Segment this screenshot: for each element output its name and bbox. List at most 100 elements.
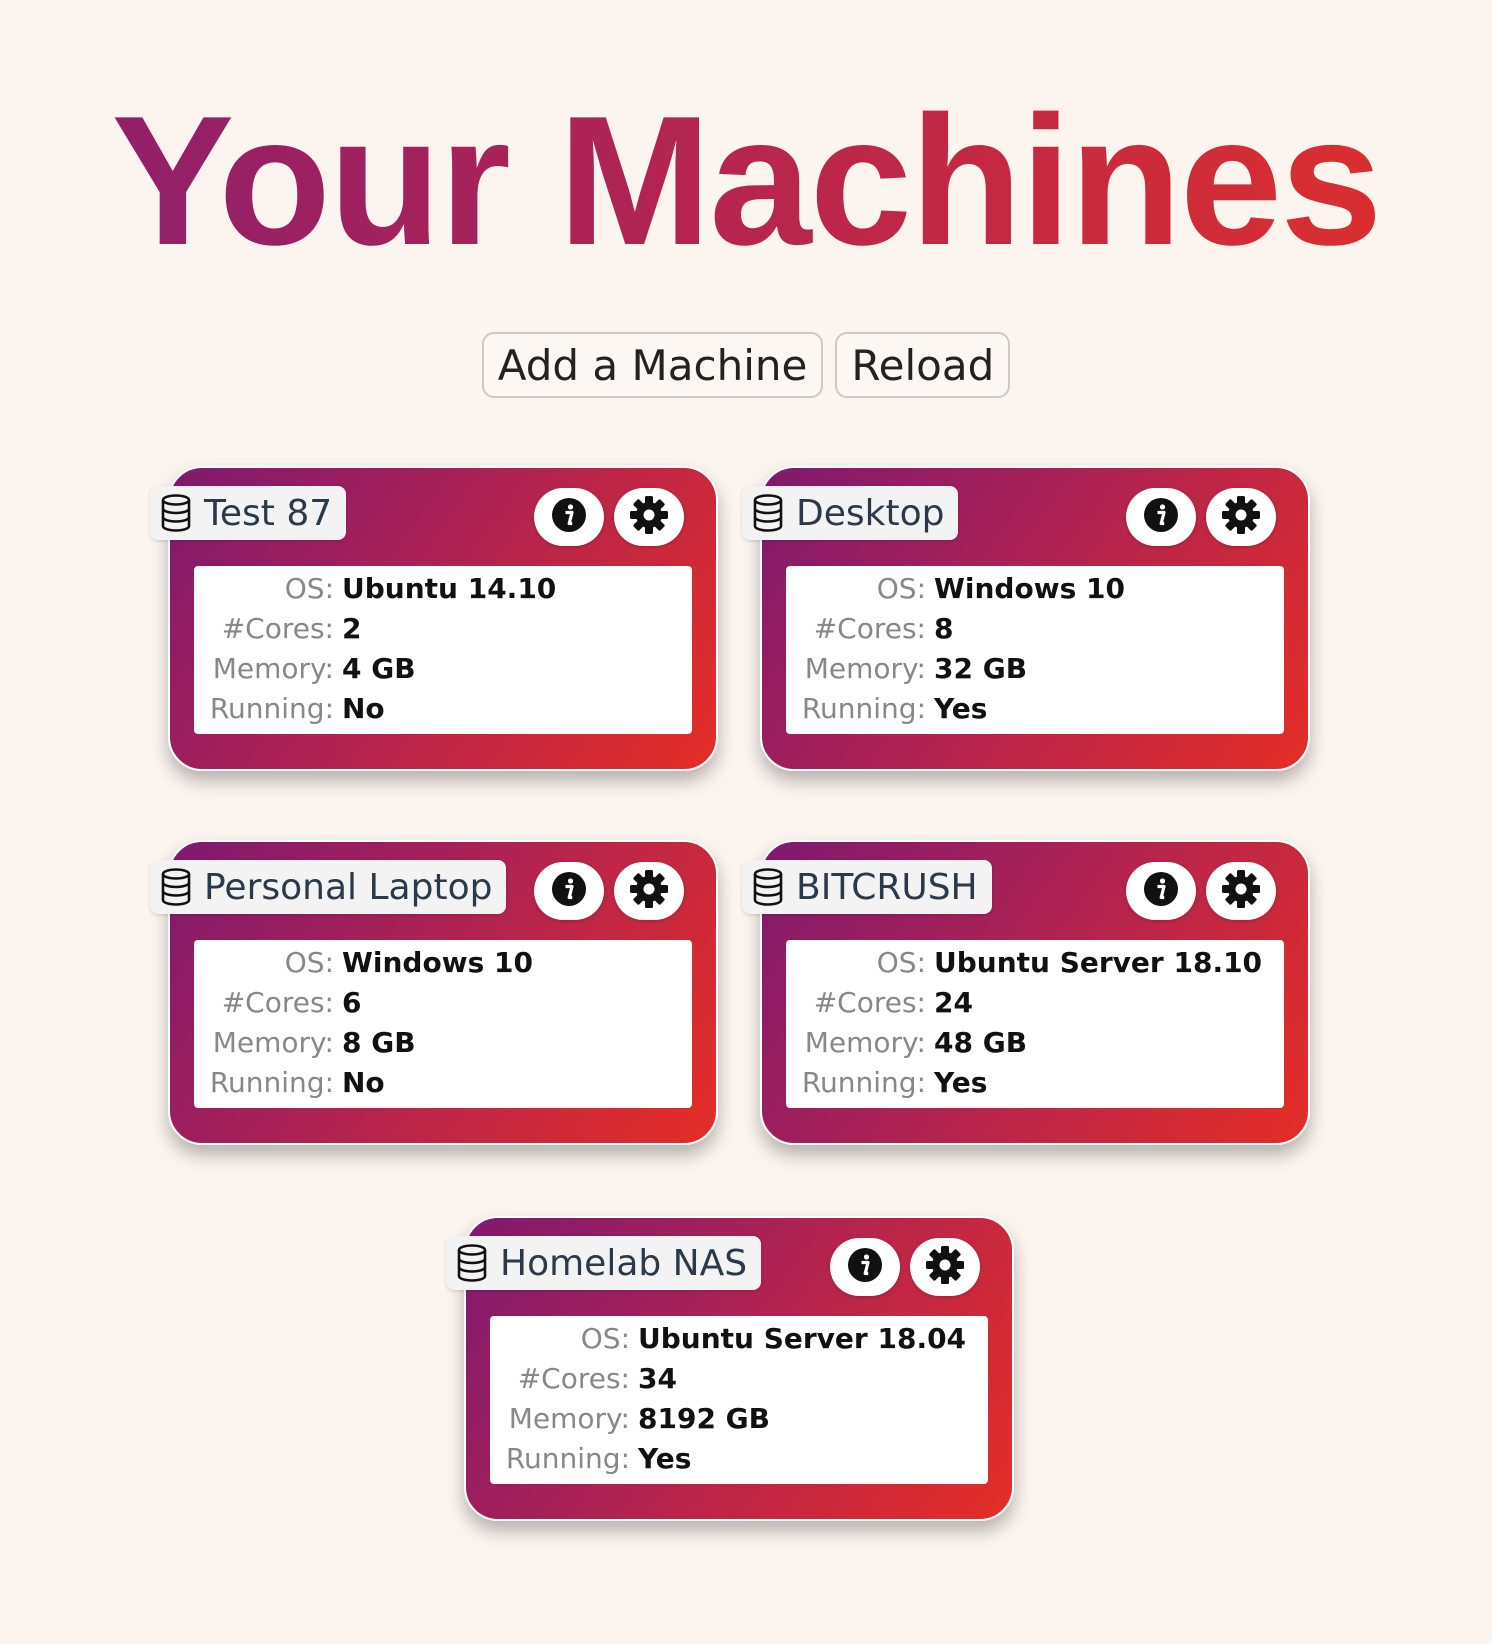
cores-label: #Cores: (813, 611, 926, 645)
os-value: Ubuntu Server 18.04 (638, 1321, 967, 1355)
running-value: Yes (934, 691, 988, 725)
machine-name: Desktop (796, 492, 945, 534)
machine-card: BITCRUSH OS: Ubuntu Server 18.10 #Cores: 2… (742, 840, 1310, 1145)
gear-icon (629, 869, 669, 913)
os-value: Windows 10 (342, 945, 533, 979)
cores-label: #Cores: (813, 985, 926, 1019)
settings-button[interactable] (1206, 488, 1276, 546)
machine-name-tag: Test 87 (150, 486, 347, 540)
settings-button[interactable] (614, 862, 684, 920)
machine-name: Homelab NAS (500, 1242, 748, 1284)
toolbar: Add a Machine Reload (0, 332, 1492, 398)
os-value: Ubuntu Server 18.10 (934, 945, 1263, 979)
memory-row: Memory: 48 GB (786, 1022, 1284, 1062)
running-row: Running: Yes (786, 1062, 1284, 1102)
os-row: OS: Windows 10 (194, 942, 692, 982)
database-icon (160, 867, 194, 907)
card-actions (534, 862, 684, 920)
database-icon (456, 1243, 490, 1283)
cores-row: #Cores: 24 (786, 982, 1284, 1022)
info-button[interactable] (830, 1238, 900, 1296)
info-button[interactable] (1126, 862, 1196, 920)
memory-value: 48 GB (934, 1025, 1028, 1059)
machine-card: Desktop OS: Windows 10 #Cores: 8 Memory: 32… (742, 466, 1310, 771)
os-row: OS: Windows 10 (786, 568, 1284, 608)
running-value: Yes (934, 1065, 988, 1099)
machine-info-panel: OS: Windows 10 #Cores: 6 Memory: 8 GB Runni… (194, 940, 692, 1108)
memory-label: Memory: (212, 1025, 334, 1059)
memory-label: Memory: (804, 1025, 926, 1059)
settings-button[interactable] (1206, 862, 1276, 920)
running-value: Yes (638, 1441, 692, 1475)
os-row: OS: Ubuntu Server 18.04 (490, 1318, 988, 1358)
os-label: OS: (284, 571, 334, 605)
os-row: OS: Ubuntu Server 18.10 (786, 942, 1284, 982)
memory-row: Memory: 8192 GB (490, 1398, 988, 1438)
reload-button[interactable]: Reload (835, 332, 1011, 398)
cores-value: 2 (342, 611, 362, 645)
machine-info-panel: OS: Ubuntu Server 18.10 #Cores: 24 Memory:… (786, 940, 1284, 1108)
settings-button[interactable] (910, 1238, 980, 1296)
cores-row: #Cores: 8 (786, 608, 1284, 648)
machine-name-tag: BITCRUSH (742, 860, 992, 914)
running-row: Running: Yes (786, 688, 1284, 728)
machine-name: Personal Laptop (204, 866, 493, 908)
memory-label: Memory: (804, 651, 926, 685)
cores-label: #Cores: (517, 1361, 630, 1395)
running-label: Running: (801, 691, 926, 725)
memory-value: 8 GB (342, 1025, 416, 1059)
os-value: Ubuntu 14.10 (342, 571, 557, 605)
info-icon (1142, 870, 1180, 912)
info-icon (846, 1246, 884, 1288)
cores-row: #Cores: 6 (194, 982, 692, 1022)
gear-icon (629, 495, 669, 539)
os-label: OS: (876, 571, 926, 605)
os-row: OS: Ubuntu 14.10 (194, 568, 692, 608)
card-actions (1126, 488, 1276, 546)
cores-label: #Cores: (221, 985, 334, 1019)
cores-row: #Cores: 34 (490, 1358, 988, 1398)
gear-icon (925, 1245, 965, 1289)
gear-icon (1221, 495, 1261, 539)
memory-row: Memory: 8 GB (194, 1022, 692, 1062)
cores-value: 6 (342, 985, 362, 1019)
info-icon (550, 870, 588, 912)
machine-info-panel: OS: Ubuntu 14.10 #Cores: 2 Memory: 4 GB Run… (194, 566, 692, 734)
cores-value: 8 (934, 611, 954, 645)
database-icon (160, 493, 194, 533)
cores-value: 34 (638, 1361, 677, 1395)
info-button[interactable] (534, 488, 604, 546)
machine-name: Test 87 (204, 492, 333, 534)
page-title: Your Machines (0, 70, 1492, 290)
machine-name-tag: Desktop (742, 486, 959, 540)
running-label: Running: (505, 1441, 630, 1475)
database-icon (752, 493, 786, 533)
machine-card: Homelab NAS OS: Ubuntu Server 18.04 #Core… (446, 1216, 1014, 1521)
info-button[interactable] (534, 862, 604, 920)
gear-icon (1221, 869, 1261, 913)
cores-row: #Cores: 2 (194, 608, 692, 648)
running-label: Running: (209, 1065, 334, 1099)
add-machine-button[interactable]: Add a Machine (481, 332, 824, 398)
running-label: Running: (209, 691, 334, 725)
running-label: Running: (801, 1065, 926, 1099)
running-value: No (342, 691, 385, 725)
card-actions (1126, 862, 1276, 920)
os-label: OS: (284, 945, 334, 979)
memory-label: Memory: (508, 1401, 630, 1435)
memory-label: Memory: (212, 651, 334, 685)
machine-name: BITCRUSH (796, 866, 978, 908)
running-row: Running: No (194, 1062, 692, 1102)
memory-value: 4 GB (342, 651, 416, 685)
memory-value: 32 GB (934, 651, 1028, 685)
memory-row: Memory: 4 GB (194, 648, 692, 688)
settings-button[interactable] (614, 488, 684, 546)
machine-info-panel: OS: Ubuntu Server 18.04 #Cores: 34 Memory:… (490, 1316, 988, 1484)
os-label: OS: (580, 1321, 630, 1355)
memory-row: Memory: 32 GB (786, 648, 1284, 688)
running-row: Running: Yes (490, 1438, 988, 1478)
cores-value: 24 (934, 985, 973, 1019)
memory-value: 8192 GB (638, 1401, 771, 1435)
running-row: Running: No (194, 688, 692, 728)
info-button[interactable] (1126, 488, 1196, 546)
